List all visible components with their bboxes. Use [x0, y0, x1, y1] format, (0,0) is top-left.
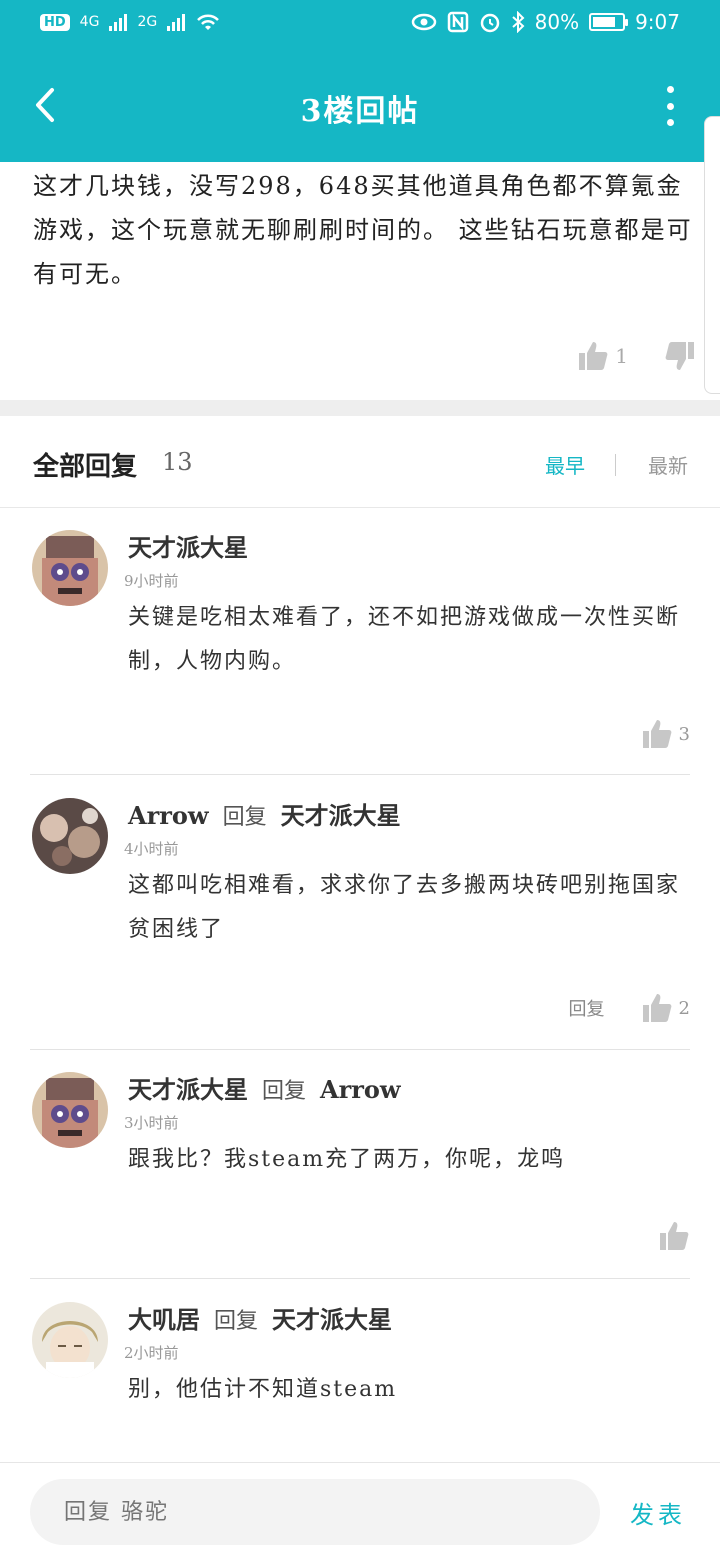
reply-author[interactable]: 大叽居	[128, 1300, 200, 1335]
more-options-button[interactable]	[660, 86, 680, 126]
eye-icon	[411, 13, 436, 31]
reply-item: Arrow 回复 天才派大星 4小时前 这都叫吃相难看，求求你了去多搬两块砖吧别…	[0, 776, 720, 1050]
reply-time: 9小时前	[124, 572, 179, 590]
sort-earliest-tab[interactable]: 最早	[545, 450, 585, 479]
alarm-icon	[480, 13, 499, 33]
avatar[interactable]	[32, 1072, 108, 1148]
replies-header: 全部回复 13 最早 最新	[0, 416, 720, 508]
reply-like-button[interactable]: 3	[641, 718, 690, 750]
avatar[interactable]	[32, 530, 108, 606]
reply-author[interactable]: 天才派大星	[128, 1070, 248, 1105]
status-bar: HD 4G 2G 80% 9:07	[0, 0, 720, 52]
reply-time: 2小时前	[124, 1344, 179, 1362]
reply-word: 回复	[222, 805, 267, 830]
signal-icon	[109, 13, 128, 31]
thumbs-up-icon	[642, 994, 671, 1022]
reply-item: 天才派大星 回复 Arrow 3小时前 跟我比？我steam充了两万，你呢，龙鸣	[0, 1050, 720, 1280]
reply-word: 回复	[262, 1079, 307, 1104]
avatar[interactable]	[32, 798, 108, 874]
dot-icon	[666, 102, 674, 110]
post-like-count: 1	[615, 344, 628, 368]
reply-author-line: 大叽居 回复 天才派大星	[128, 1300, 392, 1335]
dot-icon	[666, 86, 674, 93]
reply-time: 4小时前	[124, 840, 179, 858]
avatar-image	[32, 1072, 108, 1148]
nfc-icon	[447, 11, 468, 33]
clock: 9:07	[635, 10, 680, 34]
reply-word: 回复	[214, 1309, 259, 1334]
reply-actions: 3	[641, 718, 690, 750]
dot-icon	[666, 119, 674, 126]
battery-icon	[589, 13, 629, 31]
reply-like-button[interactable]: 2	[641, 992, 690, 1024]
reply-text: 关键是吃相太难看了，还不如把游戏做成一次性买断制，人物内购。	[128, 605, 681, 674]
reply-time: 3小时前	[124, 1114, 179, 1132]
wifi-icon	[197, 14, 220, 30]
sort-separator	[615, 453, 616, 476]
hd-icon: HD	[40, 13, 70, 31]
reply-item: 大叽居 回复 天才派大星 2小时前 别，他估计不知道steam	[0, 1280, 720, 1462]
avatar-image	[32, 798, 108, 874]
reply-author-line: Arrow 回复 天才派大星	[128, 796, 401, 831]
reply-text: 别，他估计不知道steam	[128, 1377, 398, 1402]
reply-to-author[interactable]: Arrow	[320, 1075, 401, 1104]
thumbs-down-icon	[665, 342, 694, 370]
send-button[interactable]: 发表	[630, 1495, 686, 1530]
post-like-button[interactable]: 1	[577, 340, 628, 372]
reply-bar: 发表	[0, 1462, 720, 1560]
reply-actions	[658, 1220, 690, 1252]
thumbs-up-icon	[642, 720, 671, 748]
reply-author-line: 天才派大星	[128, 528, 248, 563]
section-divider	[0, 400, 720, 416]
status-left: HD 4G 2G	[40, 12, 221, 32]
post-content: 这才几块钱，没写298，648买其他道具角色都不算氪金游戏，这个玩意就无聊刷刷时…	[33, 172, 693, 288]
reply-actions: 回复 2	[569, 992, 690, 1024]
status-right: 80% 9:07	[411, 10, 680, 34]
reply-item: 天才派大星 9小时前 关键是吃相太难看了，还不如把游戏做成一次性买断制，人物内购…	[0, 508, 720, 776]
reply-author[interactable]: Arrow	[128, 801, 209, 830]
post-dislike-button[interactable]	[664, 340, 696, 372]
all-replies-label: 全部回复	[33, 452, 138, 482]
signal-icon-2	[167, 13, 186, 31]
reply-button[interactable]: 回复	[569, 995, 605, 1021]
post-actions: 1	[577, 340, 696, 372]
top-bar: HD 4G 2G 80% 9:07 3楼回帖	[0, 0, 720, 162]
bluetooth-icon	[511, 11, 525, 33]
reply-text: 跟我比？我steam充了两万，你呢，龙鸣	[128, 1147, 566, 1172]
reply-to-author[interactable]: 天才派大星	[272, 1300, 392, 1335]
avatar[interactable]	[32, 1302, 108, 1378]
reply-divider	[30, 774, 690, 775]
reply-author-line: 天才派大星 回复 Arrow	[128, 1070, 401, 1105]
thumbs-up-icon	[660, 1222, 689, 1250]
reply-author[interactable]: 天才派大星	[128, 528, 248, 563]
page-title: 3楼回帖	[300, 94, 420, 129]
battery-fill	[593, 17, 616, 27]
app-header: 3楼回帖	[0, 60, 720, 150]
avatar-image	[32, 1302, 108, 1378]
network-2g-label: 2G	[137, 14, 158, 30]
replies-count: 13	[162, 448, 193, 476]
avatar-image	[32, 530, 108, 606]
reply-input[interactable]	[30, 1479, 600, 1545]
reply-like-count: 2	[678, 997, 690, 1019]
sort-tabs: 最早 最新	[545, 450, 688, 479]
side-handle[interactable]	[704, 116, 720, 394]
battery-percent: 80%	[534, 10, 580, 34]
thumbs-up-icon	[579, 342, 608, 370]
reply-like-button[interactable]	[658, 1220, 690, 1252]
sort-newest-tab[interactable]: 最新	[648, 450, 688, 479]
network-4g-label: 4G	[79, 14, 100, 30]
reply-like-count: 3	[678, 723, 690, 745]
reply-text: 这都叫吃相难看，求求你了去多搬两块砖吧别拖国家贫困线了	[128, 873, 681, 942]
reply-divider	[30, 1278, 690, 1279]
reply-to-author[interactable]: 天才派大星	[281, 796, 401, 831]
